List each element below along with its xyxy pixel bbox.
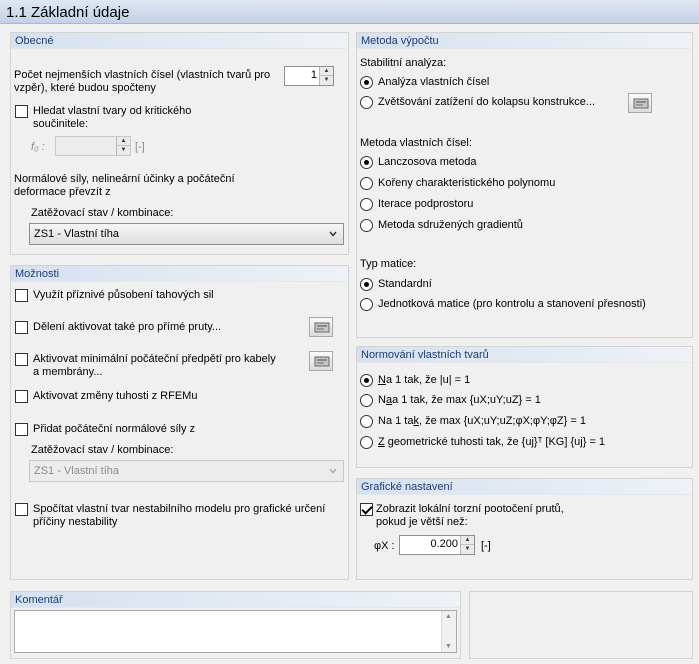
comment-side-panel [469,591,693,659]
polynomial-roots-label: Kořeny charakteristického polynomu [378,177,556,189]
lanczos-label: Lanczosova metoda [378,156,477,168]
matrix-unit-radio[interactable] [360,298,373,311]
eigen-count-value: 1 [310,69,317,81]
subspace-iteration-label: Iterace podprostoru [378,198,474,210]
show-torsion-label: Zobrazit lokální torzní pootočení prutů,… [376,503,564,528]
options-load-case-value: ZS1 - Vlastní tíha [34,465,119,477]
matrix-type-label: Typ matice: [360,258,417,270]
phi-label: φX : [374,540,395,552]
scroll-up-icon[interactable]: ▲ [445,613,452,620]
stepper-down-icon[interactable]: ▼ [117,146,130,155]
comment-scrollbar[interactable]: ▲ ▼ [441,611,456,652]
tension-checkbox[interactable] [15,289,28,302]
options-load-case-label: Zatěžovací stav / kombinace: [31,444,174,456]
scroll-down-icon[interactable]: ▼ [445,643,452,650]
norm-u-radio[interactable] [360,374,373,387]
find-critical-checkbox[interactable] [15,105,28,118]
load-case-select[interactable]: ZS1 - Vlastní tíha [29,223,344,245]
general-header: Obecné [11,33,348,49]
edit-dialog-icon [314,322,330,333]
division-label: Dělení aktivovat také pro přímé pruty... [33,321,222,333]
unstable-checkbox[interactable] [15,503,28,516]
norm-max-u-phi-label: Na 1 tak, že max {uX;uY;uZ;φX;φY;φZ} = 1 [378,415,586,427]
chevron-down-icon [329,468,337,474]
options-group: Možnosti Využít příznivé působení tahový… [10,265,349,580]
find-critical-label: Hledat vlastní tvary od kritického souči… [33,105,192,130]
prestress-checkbox[interactable] [15,353,28,366]
stability-eigen-radio[interactable] [360,76,373,89]
phi-unit: [-] [481,540,491,552]
stepper-down-icon[interactable]: ▼ [461,545,474,554]
chevron-down-icon [329,231,337,237]
stepper-buttons: ▲ ▼ [319,67,333,85]
matrix-unit-label: Jednotková matice (pro kontrolu a stanov… [378,298,646,310]
options-header: Možnosti [11,266,348,282]
stepper-buttons: ▲ ▼ [116,137,130,155]
norm-geometric-stiffness-radio[interactable] [360,436,373,449]
f0-label: f₀ : [31,141,45,153]
general-group: Obecné Počet nejmenších vlastních čísel … [10,32,349,255]
matrix-standard-label: Standardní [378,278,432,290]
norm-max-u-phi-radio[interactable] [360,415,373,428]
polynomial-roots-radio[interactable] [360,177,373,190]
load-case-value: ZS1 - Vlastní tíha [34,228,119,240]
stiffness-checkbox[interactable] [15,390,28,403]
edit-dialog-icon [633,98,649,109]
comment-textarea[interactable]: ▲ ▼ [14,610,457,653]
stability-collapse-label: Zvětšování zatížení do kolapsu konstrukc… [378,96,596,108]
conjugate-gradient-radio[interactable] [360,219,373,232]
add-normal-label: Přidat počáteční normálové síly z [33,423,196,435]
eigen-count-stepper[interactable]: 1 ▲ ▼ [284,66,334,86]
graphics-group: Grafické nastavení Zobrazit lokální torz… [356,478,693,580]
stepper-up-icon[interactable]: ▲ [461,536,474,545]
normal-forces-label: Normálové síly, nelineární účinky a počá… [14,173,235,198]
page-title: 1.1 Základní údaje [0,0,699,24]
stability-label: Stabilitní analýza: [360,57,447,69]
prestress-label: Aktivovat minimální počáteční předpětí p… [33,353,276,378]
division-checkbox[interactable] [15,321,28,334]
stiffness-label: Aktivovat změny tuhosti z RFEMu [33,390,198,402]
stability-collapse-radio[interactable] [360,96,373,109]
comment-header: Komentář [11,592,460,608]
method-header: Metoda výpočtu [357,33,692,49]
stepper-up-icon[interactable]: ▲ [320,67,333,76]
collapse-settings-button[interactable] [628,93,652,113]
norm-max-u-radio[interactable] [360,394,373,407]
add-normal-checkbox[interactable] [15,423,28,436]
normalization-header: Normování vlastních tvarů [357,347,692,363]
norm-max-u-label: Naa 1 tak, že max {uX;uY;uZ} = 1 [378,394,541,406]
show-torsion-checkbox[interactable] [360,503,373,516]
stepper-buttons: ▲ ▼ [460,536,474,554]
options-load-case-select[interactable]: ZS1 - Vlastní tíha [29,460,344,482]
norm-u-label: Na 1 tak, že |u| = 1 [378,374,471,386]
conjugate-gradient-label: Metoda sdružených gradientů [378,219,523,231]
f0-stepper[interactable]: ▲ ▼ [55,136,131,156]
normalization-group: Normování vlastních tvarů Na 1 tak, že |… [356,346,693,468]
subspace-iteration-radio[interactable] [360,198,373,211]
stability-eigen-label: Analýza vlastních čísel [378,76,490,88]
load-case-label: Zatěžovací stav / kombinace: [31,207,174,219]
stepper-down-icon[interactable]: ▼ [320,76,333,85]
edit-dialog-icon [314,356,330,367]
prestress-settings-button[interactable] [309,351,333,371]
stepper-up-icon[interactable]: ▲ [117,137,130,146]
method-group: Metoda výpočtu Stabilitní analýza: Analý… [356,32,693,338]
phi-stepper[interactable]: 0.200 ▲ ▼ [399,535,475,555]
norm-geometric-stiffness-label: Z geometrické tuhosti tak, že {uj}ᵀ [KG]… [378,436,606,448]
f0-unit: [-] [135,141,145,153]
phi-value: 0.200 [430,538,458,550]
matrix-standard-radio[interactable] [360,278,373,291]
graphics-header: Grafické nastavení [357,479,692,495]
eigen-count-label: Počet nejmenších vlastních čísel (vlastn… [14,69,271,94]
eigen-method-label: Metoda vlastních čísel: [360,137,472,149]
tension-label: Využít příznivé působení tahových sil [33,289,214,301]
lanczos-radio[interactable] [360,156,373,169]
division-settings-button[interactable] [309,317,333,337]
comment-group: Komentář ▲ ▼ [10,591,461,659]
unstable-label: Spočítat vlastní tvar nestabilního model… [33,503,326,528]
